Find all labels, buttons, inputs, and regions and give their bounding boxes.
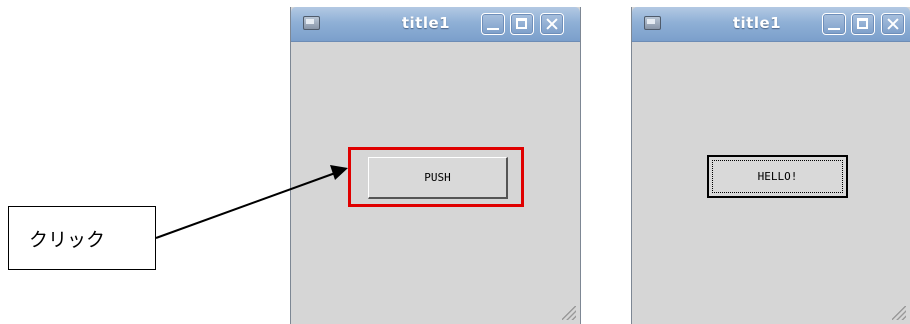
callout-arrow	[155, 165, 348, 239]
